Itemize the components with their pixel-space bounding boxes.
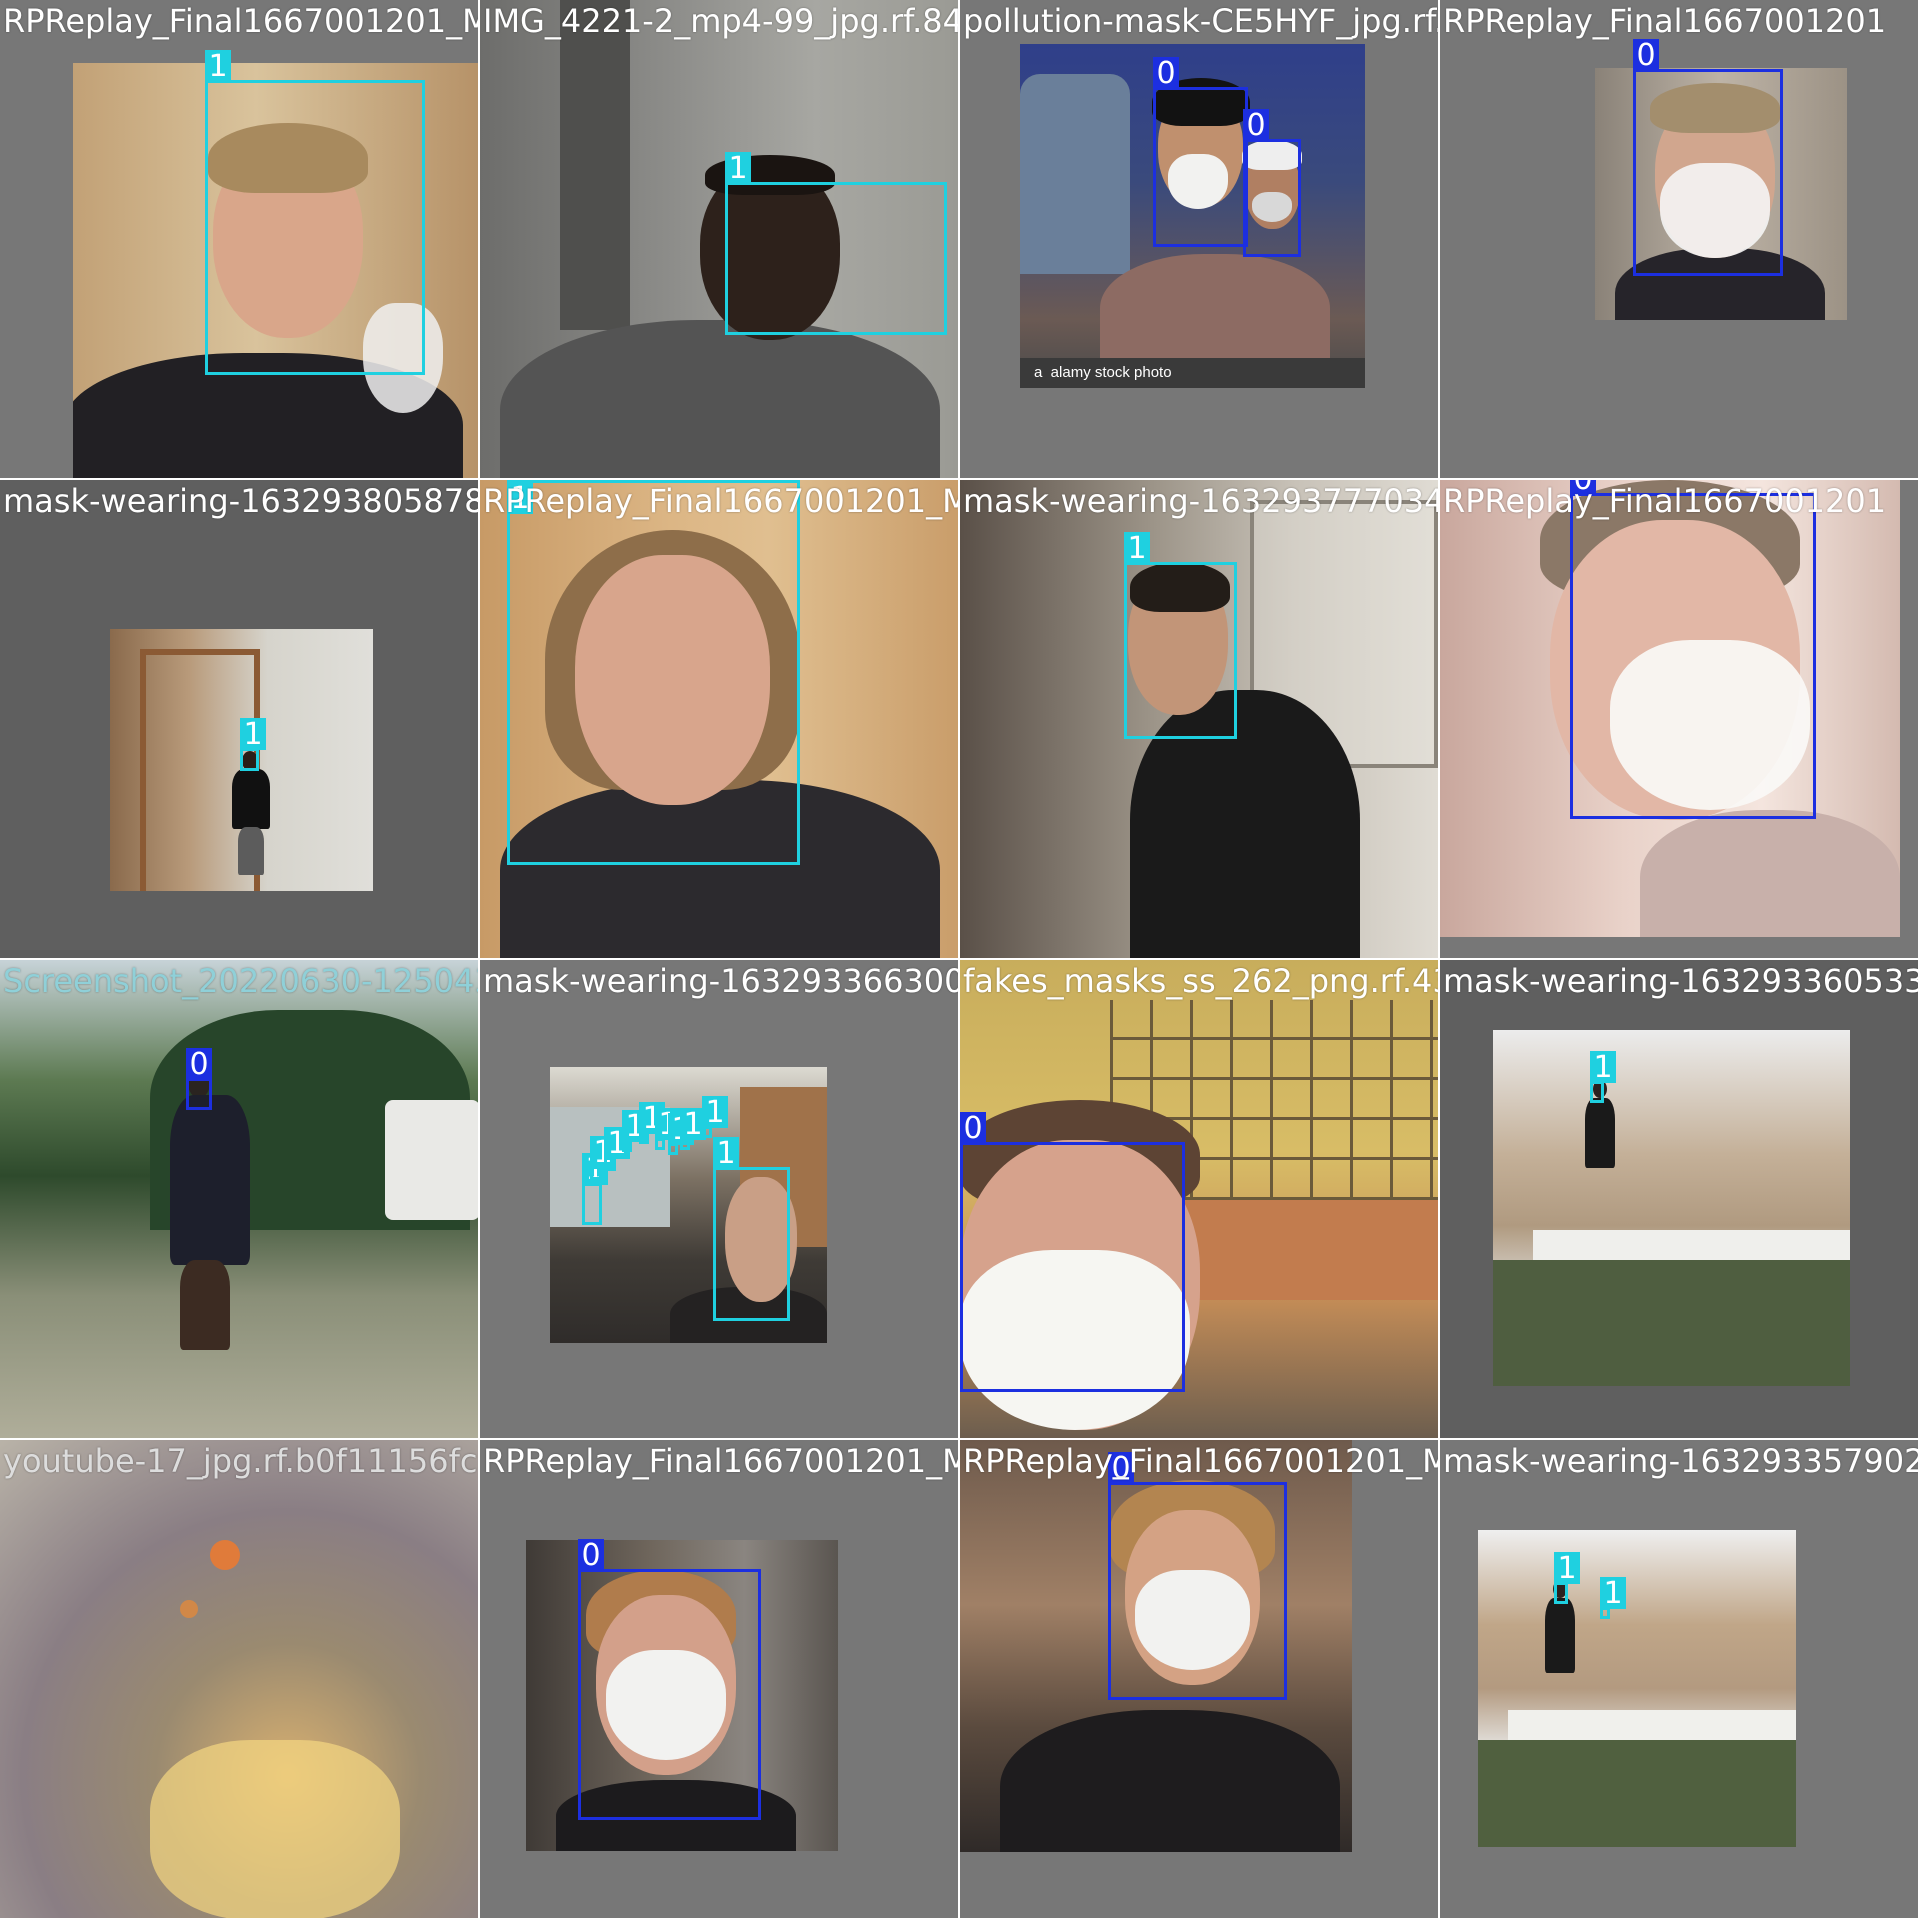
bbox-class-1: 1	[240, 718, 266, 771]
chairs	[1493, 1260, 1850, 1386]
mosaic-tile: 1 RPReplay_Final1667001201_MP4-4287_jpg.…	[0, 0, 480, 480]
bbox-class-1: 1	[590, 1136, 616, 1180]
tile-filename: RPReplay_Final1667001201_MP4-4287_jpg.rf…	[3, 2, 478, 40]
bbox-class-1: 1	[604, 1127, 630, 1171]
mosaic-tile: 1 1 1 1 1 1 1 1 1 1 mask-wearing-1632933…	[480, 960, 960, 1440]
person-body	[170, 1095, 250, 1265]
watermark-text: a alamy stock photo	[1034, 364, 1172, 381]
detection-mosaic: 1 RPReplay_Final1667001201_MP4-4287_jpg.…	[0, 0, 1920, 1920]
mosaic-tile: 1 1 mask-wearing-1632933579022	[1440, 1440, 1920, 1920]
tile-filename: RPReplay_Final1667001201_MP4-242_jpg.rf.	[483, 482, 958, 520]
bbox-label: 1	[1124, 532, 1150, 565]
mosaic-tile: 0 RPReplay_Final1667001201	[1440, 480, 1920, 960]
tile-photo	[1478, 1530, 1796, 1847]
tile-filename: IMG_4221-2_mp4-99_jpg.rf.84ff42dfbea5fa3	[483, 2, 960, 40]
person-body	[1585, 1098, 1615, 1168]
tile-filename: RPReplay_Final1667001201_MP4-44_jpg.rf.	[483, 1442, 958, 1480]
bbox-class-1: 1	[1590, 1051, 1616, 1103]
mosaic-tile: 0 RPReplay_Final1667001201_MP4-44_jpg.rf…	[480, 1440, 960, 1920]
bbox-class-1: 1	[205, 50, 425, 375]
mosaic-tile: 0 fakes_masks_ss_262_png.rf.431a46e5978e…	[960, 960, 1440, 1440]
tile-filename: RPReplay_Final1667001201	[1443, 482, 1887, 520]
bokeh-light	[180, 1600, 198, 1618]
tile-filename: pollution-mask-CE5HYF_jpg.rf.3c2a574bd	[963, 2, 1438, 40]
person-shirt	[1640, 810, 1900, 937]
bbox-class-1: 1	[680, 1108, 706, 1150]
bbox-label: 1	[205, 50, 231, 83]
bbox-label: 1	[1554, 1552, 1580, 1585]
person-shirt	[1000, 1710, 1340, 1852]
mosaic-tile: 0 Screenshot_20220630-125043_Instagram_j…	[0, 960, 480, 1440]
bbox-label: 0	[1243, 109, 1269, 142]
bbox-class-0: 0	[1108, 1452, 1287, 1700]
bbox-label: 0	[578, 1539, 604, 1572]
bbox-class-0: 0	[1633, 39, 1783, 276]
tile-filename: mask-wearing-1632938058785_png.rf.5b	[3, 482, 478, 520]
tile-filename: fakes_masks_ss_262_png.rf.431a46e5978e4	[963, 962, 1438, 1000]
bbox-class-1: 1	[622, 1110, 648, 1152]
mosaic-tile: a alamy stock photo 0 0 pollution-mask-C…	[960, 0, 1440, 480]
bbox-class-0: 0	[186, 1048, 212, 1110]
mosaic-tile: 1 mask-wearing-1632938058785_png.rf.5b	[0, 480, 480, 960]
tile-photo	[1493, 1030, 1850, 1386]
bbox-class-1: 1	[1124, 532, 1237, 739]
mosaic-tile: youtube-17_jpg.rf.b0f11156fc98701637b7	[0, 1440, 480, 1920]
person-legs	[238, 827, 264, 875]
bbox-class-1: 1	[1554, 1552, 1580, 1604]
bbox-label: 0	[960, 1112, 986, 1145]
tile-filename: RPReplay_Final1667001201	[1443, 2, 1887, 40]
person-shirt	[500, 320, 940, 478]
tile-filename: mask-wearing-1632933605335	[1443, 962, 1920, 1000]
bbox-label: 1	[1600, 1577, 1626, 1610]
person-body	[1545, 1598, 1575, 1673]
bbox-class-1: 1	[1600, 1577, 1626, 1619]
person-legs	[180, 1260, 230, 1350]
tile-photo	[0, 1440, 478, 1918]
bbox-class-1: 1	[582, 1153, 608, 1225]
bbox-label: 0	[1153, 57, 1179, 90]
bbox-class-0: 0	[1570, 480, 1816, 819]
bbox-class-0: 0	[1243, 109, 1301, 257]
person-shirt	[1100, 254, 1330, 374]
bbox-class-1: 1	[713, 1137, 790, 1321]
tile-filename: Screenshot_20220630-125043_Instagram_jpg	[3, 962, 478, 1000]
bright-splash	[150, 1740, 400, 1918]
bbox-label: 1	[702, 1096, 728, 1129]
bbox-label: 1	[1590, 1051, 1616, 1084]
truck	[1020, 74, 1130, 274]
bbox-label: 0	[1633, 39, 1659, 72]
bbox-class-1: 1	[668, 1113, 694, 1155]
bbox-class-0: 0	[1153, 57, 1248, 247]
tile-filename: mask-wearing-1632937770348_png.rf.	[963, 482, 1440, 520]
mosaic-tile: 0 RPReplay_Final1667001201_MP4-437_jpg.r…	[960, 1440, 1440, 1920]
bbox-label: 0	[186, 1048, 212, 1081]
chairs	[1478, 1740, 1796, 1847]
bbox-class-1: 1	[655, 1108, 681, 1150]
mosaic-tile: 1 RPReplay_Final1667001201_MP4-242_jpg.r…	[480, 480, 960, 960]
bbox-class-1: 1	[507, 480, 800, 865]
bbox-label: 1	[713, 1137, 739, 1170]
white-truck	[385, 1100, 478, 1220]
tile-filename: mask-wearing-1632933579022	[1443, 1442, 1920, 1480]
mosaic-tile: 1 mask-wearing-1632933605335	[1440, 960, 1920, 1440]
stock-watermark: a alamy stock photo	[1020, 358, 1365, 388]
tile-filename: RPReplay_Final1667001201_MP4-437_jpg.rf.	[963, 1442, 1438, 1480]
bbox-label: 1	[725, 152, 751, 185]
bokeh-light	[210, 1540, 240, 1570]
tile-filename: youtube-17_jpg.rf.b0f11156fc98701637b7	[3, 1442, 478, 1480]
mosaic-tile: 1 IMG_4221-2_mp4-99_jpg.rf.84ff42dfbea5f…	[480, 0, 960, 480]
tile-photo	[0, 960, 478, 1438]
mosaic-tile: 0 RPReplay_Final1667001201	[1440, 0, 1920, 480]
bbox-class-0: 0	[960, 1112, 1185, 1392]
doorway	[560, 0, 630, 330]
bbox-label: 1	[240, 718, 266, 751]
bbox-class-1: 1	[639, 1102, 665, 1144]
bbox-class-1: 1	[702, 1096, 728, 1138]
tile-filename: mask-wearing-1632933663006_png.rf.	[483, 962, 960, 1000]
bbox-class-0: 0	[578, 1539, 761, 1820]
bbox-class-1: 1	[725, 152, 947, 335]
person-body	[232, 769, 270, 829]
mosaic-tile: 1 mask-wearing-1632937770348_png.rf.	[960, 480, 1440, 960]
